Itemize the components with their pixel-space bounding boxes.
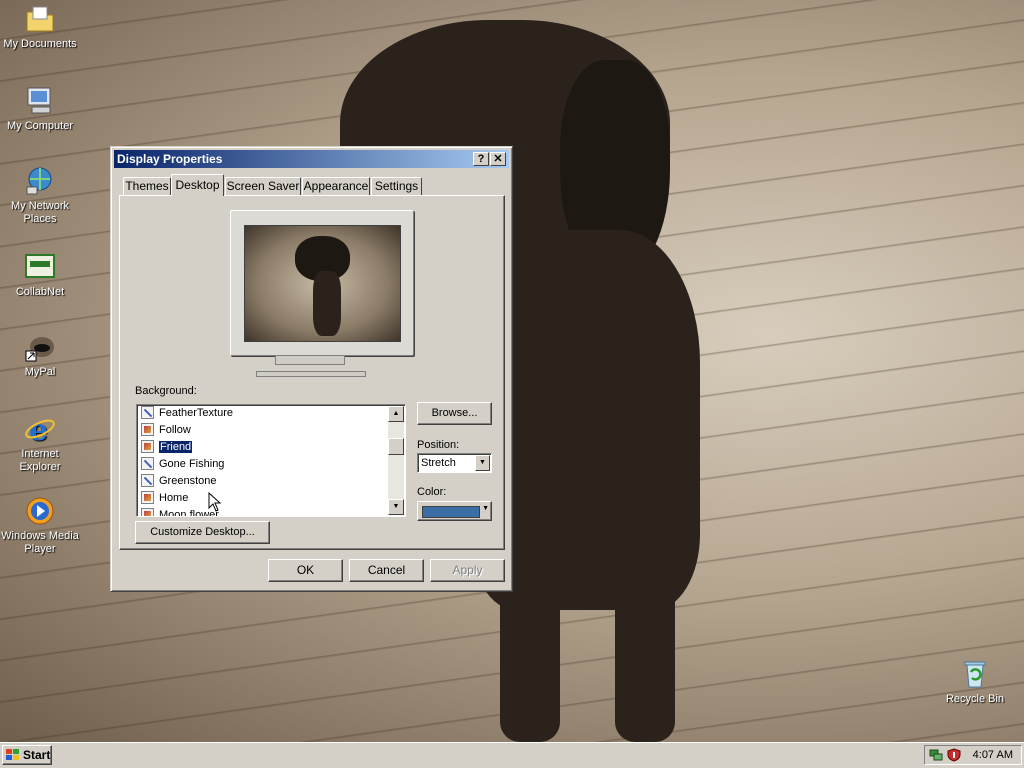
desktop-icon-my-documents[interactable]: My Documents bbox=[0, 3, 80, 51]
list-item-label: Gone Fishing bbox=[159, 458, 225, 470]
network-icon bbox=[24, 165, 56, 197]
taskbar-clock[interactable]: 4:07 AM bbox=[973, 749, 1013, 761]
recycle-bin-icon bbox=[959, 658, 991, 690]
tab-settings[interactable]: Settings bbox=[371, 177, 422, 195]
image-file-icon bbox=[141, 423, 154, 436]
wallpaper-preview bbox=[244, 225, 401, 342]
list-item-label: FeatherTexture bbox=[159, 407, 233, 419]
image-file-icon bbox=[141, 491, 154, 504]
scroll-up-button[interactable]: ▲ bbox=[388, 406, 404, 422]
tab-appearance[interactable]: Appearance bbox=[302, 177, 370, 195]
image-file-icon bbox=[141, 508, 154, 516]
texture-file-icon bbox=[141, 474, 154, 487]
folder-documents-icon bbox=[24, 3, 56, 35]
position-value: Stretch bbox=[421, 457, 456, 469]
display-properties-dialog: Display Properties ? ✕ Themes Desktop Sc… bbox=[110, 146, 513, 592]
collabnet-icon bbox=[24, 251, 56, 283]
desktop-icon-label: Internet Explorer bbox=[19, 448, 61, 473]
windows-logo-icon bbox=[6, 749, 19, 761]
close-button[interactable]: ✕ bbox=[490, 152, 506, 166]
desktop-icon-label: Recycle Bin bbox=[945, 693, 1005, 705]
list-item-label: Follow bbox=[159, 424, 191, 436]
help-button[interactable]: ? bbox=[473, 152, 489, 166]
texture-file-icon bbox=[141, 406, 154, 419]
list-item[interactable]: Gone Fishing bbox=[141, 456, 387, 473]
position-select[interactable]: Stretch ▼ bbox=[417, 453, 492, 473]
cancel-button[interactable]: Cancel bbox=[349, 559, 424, 582]
desktop-icon-mypal[interactable]: MyPal bbox=[0, 331, 80, 379]
desktop-icon-label: My Network Places bbox=[10, 200, 70, 225]
monitor-preview bbox=[230, 210, 414, 356]
list-item-selected[interactable]: Friend bbox=[141, 439, 387, 456]
system-tray: 4:07 AM bbox=[924, 745, 1022, 765]
list-item[interactable]: FeatherTexture bbox=[141, 405, 387, 422]
chevron-down-icon: ▼ bbox=[482, 505, 489, 512]
media-player-icon bbox=[24, 495, 56, 527]
list-item-label: Greenstone bbox=[159, 475, 217, 487]
texture-file-icon bbox=[141, 457, 154, 470]
desktop-tab-panel: Background: FeatherTexture Follow Friend… bbox=[119, 195, 505, 550]
security-shield-icon[interactable] bbox=[947, 748, 961, 765]
scroll-thumb[interactable] bbox=[388, 438, 404, 455]
listbox-scrollbar[interactable]: ▲ ▼ bbox=[388, 406, 404, 515]
wallpaper-dog-leg-right bbox=[615, 560, 675, 742]
color-label: Color: bbox=[417, 486, 447, 498]
desktop-icon-label: My Documents bbox=[3, 38, 77, 50]
desktop-icon-internet-explorer[interactable]: e Internet Explorer bbox=[0, 413, 80, 474]
list-item[interactable]: Home bbox=[141, 490, 387, 507]
chevron-down-icon[interactable]: ▼ bbox=[475, 455, 490, 471]
browse-button[interactable]: Browse... bbox=[417, 402, 492, 425]
mypal-icon bbox=[24, 331, 56, 363]
internet-explorer-icon: e bbox=[24, 413, 56, 448]
background-listbox[interactable]: FeatherTexture Follow Friend Gone Fishin… bbox=[136, 404, 406, 517]
monitor-base bbox=[256, 371, 366, 377]
ok-button[interactable]: OK bbox=[268, 559, 343, 582]
scroll-down-button[interactable]: ▼ bbox=[388, 499, 404, 515]
apply-button[interactable]: Apply bbox=[430, 559, 505, 582]
image-file-icon bbox=[141, 440, 154, 453]
desktop-icon-label: Windows Media Player bbox=[1, 530, 79, 555]
list-item[interactable]: Greenstone bbox=[141, 473, 387, 490]
background-label: Background: bbox=[135, 385, 197, 397]
color-swatch bbox=[422, 506, 480, 518]
desktop-icon-label: MyPal bbox=[24, 366, 56, 378]
taskbar: Start 4:07 AM bbox=[0, 742, 1024, 768]
desktop-icon-my-computer[interactable]: My Computer bbox=[0, 85, 80, 133]
customize-desktop-button[interactable]: Customize Desktop... bbox=[135, 521, 270, 544]
desktop-icon-windows-media-player[interactable]: Windows Media Player bbox=[0, 495, 80, 556]
list-item[interactable]: Follow bbox=[141, 422, 387, 439]
monitor-stand bbox=[275, 355, 345, 365]
desktop-icon-label: My Computer bbox=[6, 120, 74, 132]
desktop-icon-recycle-bin[interactable]: Recycle Bin bbox=[935, 658, 1015, 706]
network-tray-icon[interactable] bbox=[929, 748, 943, 765]
tab-screen-saver[interactable]: Screen Saver bbox=[225, 177, 301, 195]
desktop-icon-my-network-places[interactable]: My Network Places bbox=[0, 165, 80, 226]
tab-themes[interactable]: Themes bbox=[123, 177, 171, 195]
dialog-title: Display Properties bbox=[117, 152, 223, 166]
desktop-icon-label: CollabNet bbox=[15, 286, 65, 298]
svg-text:e: e bbox=[29, 413, 48, 445]
dialog-titlebar[interactable]: Display Properties ? ✕ bbox=[114, 150, 509, 168]
desktop-icon-collabnet[interactable]: CollabNet bbox=[0, 251, 80, 299]
list-item[interactable]: Moon flower bbox=[141, 507, 387, 516]
list-item-label: Friend bbox=[157, 440, 194, 454]
position-label: Position: bbox=[417, 439, 460, 451]
tab-desktop[interactable]: Desktop bbox=[171, 174, 224, 196]
list-item-label: Home bbox=[159, 492, 189, 504]
color-picker-button[interactable]: ▼ bbox=[417, 501, 492, 521]
computer-icon bbox=[24, 85, 56, 117]
start-button[interactable]: Start bbox=[2, 745, 52, 765]
start-label: Start bbox=[23, 748, 51, 762]
